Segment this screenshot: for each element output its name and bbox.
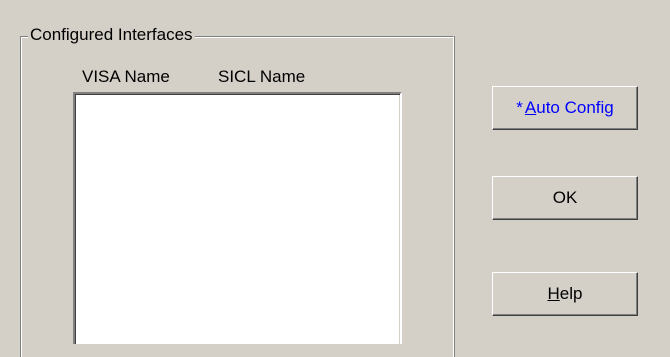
ok-label: OK xyxy=(552,188,578,207)
interfaces-listbox[interactable] xyxy=(73,92,402,344)
auto-config-prefix: * xyxy=(516,98,523,117)
ok-button[interactable]: OK xyxy=(492,176,638,220)
column-header-visa-name: VISA Name xyxy=(82,67,170,86)
column-header-sicl-name: SICL Name xyxy=(218,67,306,86)
help-mnemonic: H xyxy=(547,284,560,303)
help-button[interactable]: Help xyxy=(492,272,638,316)
auto-config-button[interactable]: * Auto Config xyxy=(492,86,638,130)
auto-config-mnemonic: A xyxy=(524,98,537,117)
auto-config-label: uto Config xyxy=(536,98,614,117)
groupbox-title: Configured Interfaces xyxy=(28,24,195,46)
help-label: elp xyxy=(559,284,583,303)
